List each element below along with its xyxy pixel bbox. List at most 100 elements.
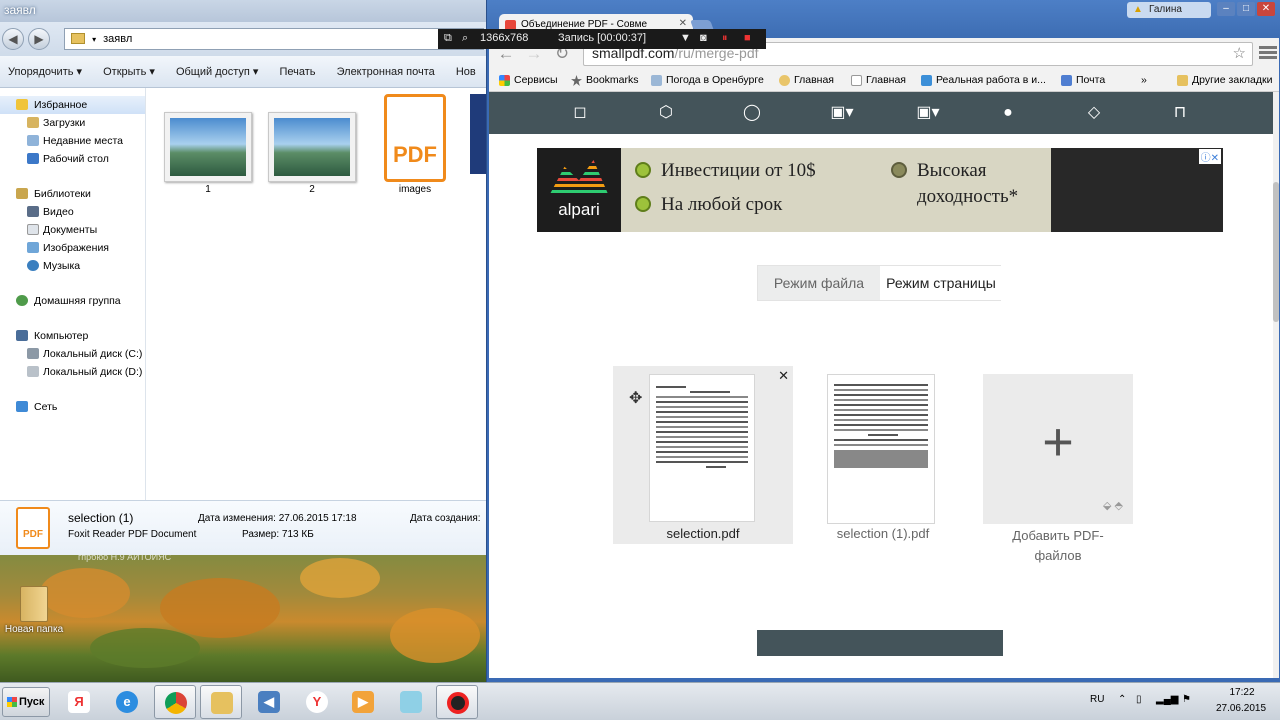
- taskbar-video-player[interactable]: ▶: [342, 685, 384, 719]
- nav-libraries[interactable]: Библиотеки: [0, 185, 145, 203]
- taskbar-recorder[interactable]: [436, 685, 478, 719]
- add-pdf-button[interactable]: + ⬙ ⬘: [983, 374, 1133, 524]
- add-label-line: Добавить PDF-: [1012, 528, 1104, 543]
- remove-file-icon[interactable]: ✕: [778, 368, 789, 384]
- window-icon[interactable]: ⧉: [444, 32, 452, 45]
- nav-label: Музыка: [43, 260, 81, 272]
- open-button[interactable]: Открыть ▾: [103, 66, 155, 78]
- close-button[interactable]: ✕: [1257, 2, 1275, 16]
- check-icon: [891, 162, 907, 178]
- page-scrollbar[interactable]: [1273, 92, 1279, 678]
- nav-documents[interactable]: Документы: [0, 221, 145, 239]
- taskbar-chrome[interactable]: [154, 685, 196, 719]
- pdf-file-card[interactable]: ✥ ✕ selection.pdf: [613, 366, 793, 544]
- nav-images[interactable]: Изображения: [0, 239, 145, 257]
- nav-music[interactable]: Музыка: [0, 257, 145, 275]
- nav-computer[interactable]: Компьютер: [0, 327, 145, 345]
- bookmark-home-2[interactable]: Главная: [851, 74, 906, 86]
- scrollbar-thumb[interactable]: [1273, 182, 1279, 322]
- chevron-down-icon[interactable]: ▼: [680, 32, 691, 44]
- menu-icon[interactable]: [1259, 44, 1277, 62]
- magnifier-icon[interactable]: ⌕: [462, 32, 468, 45]
- clock-time[interactable]: 17:22: [1220, 687, 1264, 698]
- nav-disk-d[interactable]: Локальный диск (D:): [0, 363, 145, 381]
- bookmark-star-icon[interactable]: ☆: [1233, 44, 1246, 62]
- minimize-button[interactable]: –: [1217, 2, 1235, 16]
- language-indicator[interactable]: RU: [1090, 694, 1104, 705]
- file-mode-button[interactable]: Режим файла: [758, 266, 880, 300]
- taskbar-yandex-browser[interactable]: Y: [296, 685, 338, 719]
- advertisement-banner[interactable]: alpari Инвестиции от 10$ На любой срок В…: [537, 148, 1223, 232]
- new-folder-button[interactable]: Нов: [456, 66, 476, 78]
- explorer-address-input[interactable]: ▾ заявл: [64, 28, 484, 50]
- taskbar-explorer[interactable]: [200, 685, 242, 719]
- pause-icon[interactable]: ⏸: [722, 32, 728, 45]
- compress-tool-icon[interactable]: ◻: [569, 102, 591, 124]
- tab-close-icon[interactable]: ✕: [679, 18, 687, 29]
- stop-icon[interactable]: ■: [744, 32, 751, 44]
- bookmarks-overflow[interactable]: »: [1141, 74, 1147, 86]
- flag-icon[interactable]: ⚑: [1182, 694, 1191, 705]
- move-icon[interactable]: ✥: [629, 388, 642, 408]
- pdf-file-card[interactable]: selection (1).pdf: [793, 366, 973, 544]
- taskbar-ie[interactable]: e: [106, 685, 148, 719]
- camera-icon[interactable]: ◙: [700, 32, 707, 44]
- merge-tool-icon[interactable]: ●: [997, 102, 1019, 124]
- recorder-resolution: 1366x768: [480, 32, 529, 44]
- hard-disk-icon: [27, 348, 39, 359]
- bookmark-weather[interactable]: Погода в Оренбурге: [651, 74, 764, 86]
- profile-button[interactable]: ▲ Галина: [1127, 2, 1211, 18]
- file-item[interactable]: 2: [268, 112, 356, 195]
- pdf-to-ppt-tool-icon[interactable]: ▣▾: [911, 102, 945, 124]
- video-icon: [27, 206, 39, 217]
- bookmark-label: Bookmarks: [586, 74, 639, 86]
- print-button[interactable]: Печать: [280, 66, 316, 78]
- back-button[interactable]: ◀: [2, 28, 24, 50]
- email-button[interactable]: Электронная почта: [337, 66, 435, 78]
- convert-tool-icon[interactable]: ⬡: [655, 102, 677, 124]
- pdf-to-word-tool-icon[interactable]: ▣▾: [825, 102, 859, 124]
- file-item[interactable]: PDF images: [380, 94, 450, 195]
- bookmark-mail[interactable]: Почта: [1061, 74, 1105, 86]
- nav-network[interactable]: Сеть: [0, 398, 145, 416]
- nav-desktop[interactable]: Рабочий стол: [0, 150, 145, 168]
- bookmark-apps[interactable]: Сервисы: [499, 74, 558, 86]
- nav-recent-places[interactable]: Недавние места: [0, 132, 145, 150]
- device-icon[interactable]: ▯: [1136, 694, 1142, 705]
- nav-label: Локальный диск (D:): [43, 366, 143, 378]
- clock-date[interactable]: 27.06.2015: [1204, 703, 1278, 714]
- ad-info-icon[interactable]: ⓘ✕: [1198, 149, 1221, 164]
- taskbar-notes[interactable]: [390, 685, 432, 719]
- desktop-folder[interactable]: Новая папка: [4, 586, 64, 635]
- taskbar-media[interactable]: ◀: [248, 685, 290, 719]
- unlock-tool-icon[interactable]: ⊓: [1169, 102, 1191, 124]
- downloads-icon: [27, 117, 39, 128]
- file-label: images: [398, 184, 432, 195]
- maximize-button[interactable]: □: [1237, 2, 1255, 16]
- bookmark-other[interactable]: Другие закладки: [1177, 74, 1272, 86]
- nav-homegroup[interactable]: Домашняя группа: [0, 292, 145, 310]
- signal-icon[interactable]: ▂▄▆: [1156, 694, 1178, 705]
- chevron-up-icon[interactable]: ⌃: [1118, 694, 1126, 705]
- nav-favorites[interactable]: Избранное: [0, 96, 145, 114]
- bookmark-home-1[interactable]: Главная: [779, 74, 834, 86]
- split-tool-icon[interactable]: ◇: [1083, 102, 1105, 124]
- start-button[interactable]: Пуск: [2, 687, 50, 717]
- organize-button[interactable]: Упорядочить ▾: [8, 66, 82, 78]
- share-button[interactable]: Общий доступ ▾: [176, 66, 258, 78]
- drop-tool-icon[interactable]: ◯: [741, 102, 763, 124]
- file-item[interactable]: 1: [164, 112, 252, 195]
- page-mode-button[interactable]: Режим страницы: [880, 266, 1002, 300]
- bookmark-work[interactable]: Реальная работа в и...: [921, 74, 1046, 86]
- nav-downloads[interactable]: Загрузки: [0, 114, 145, 132]
- bookmark-bookmarks[interactable]: Bookmarks: [571, 74, 639, 86]
- nav-disk-c[interactable]: Локальный диск (C:): [0, 345, 145, 363]
- nav-video[interactable]: Видео: [0, 203, 145, 221]
- taskbar-yandex[interactable]: Я: [58, 685, 100, 719]
- forward-button[interactable]: ▶: [28, 28, 50, 50]
- cloud-upload-icons[interactable]: ⬙ ⬘: [1103, 499, 1123, 512]
- detail-filename: selection (1): [68, 511, 134, 525]
- explorer-title-bar[interactable]: заявл: [0, 0, 487, 22]
- bookmark-label: Почта: [1076, 74, 1106, 86]
- merge-button[interactable]: [757, 630, 1003, 656]
